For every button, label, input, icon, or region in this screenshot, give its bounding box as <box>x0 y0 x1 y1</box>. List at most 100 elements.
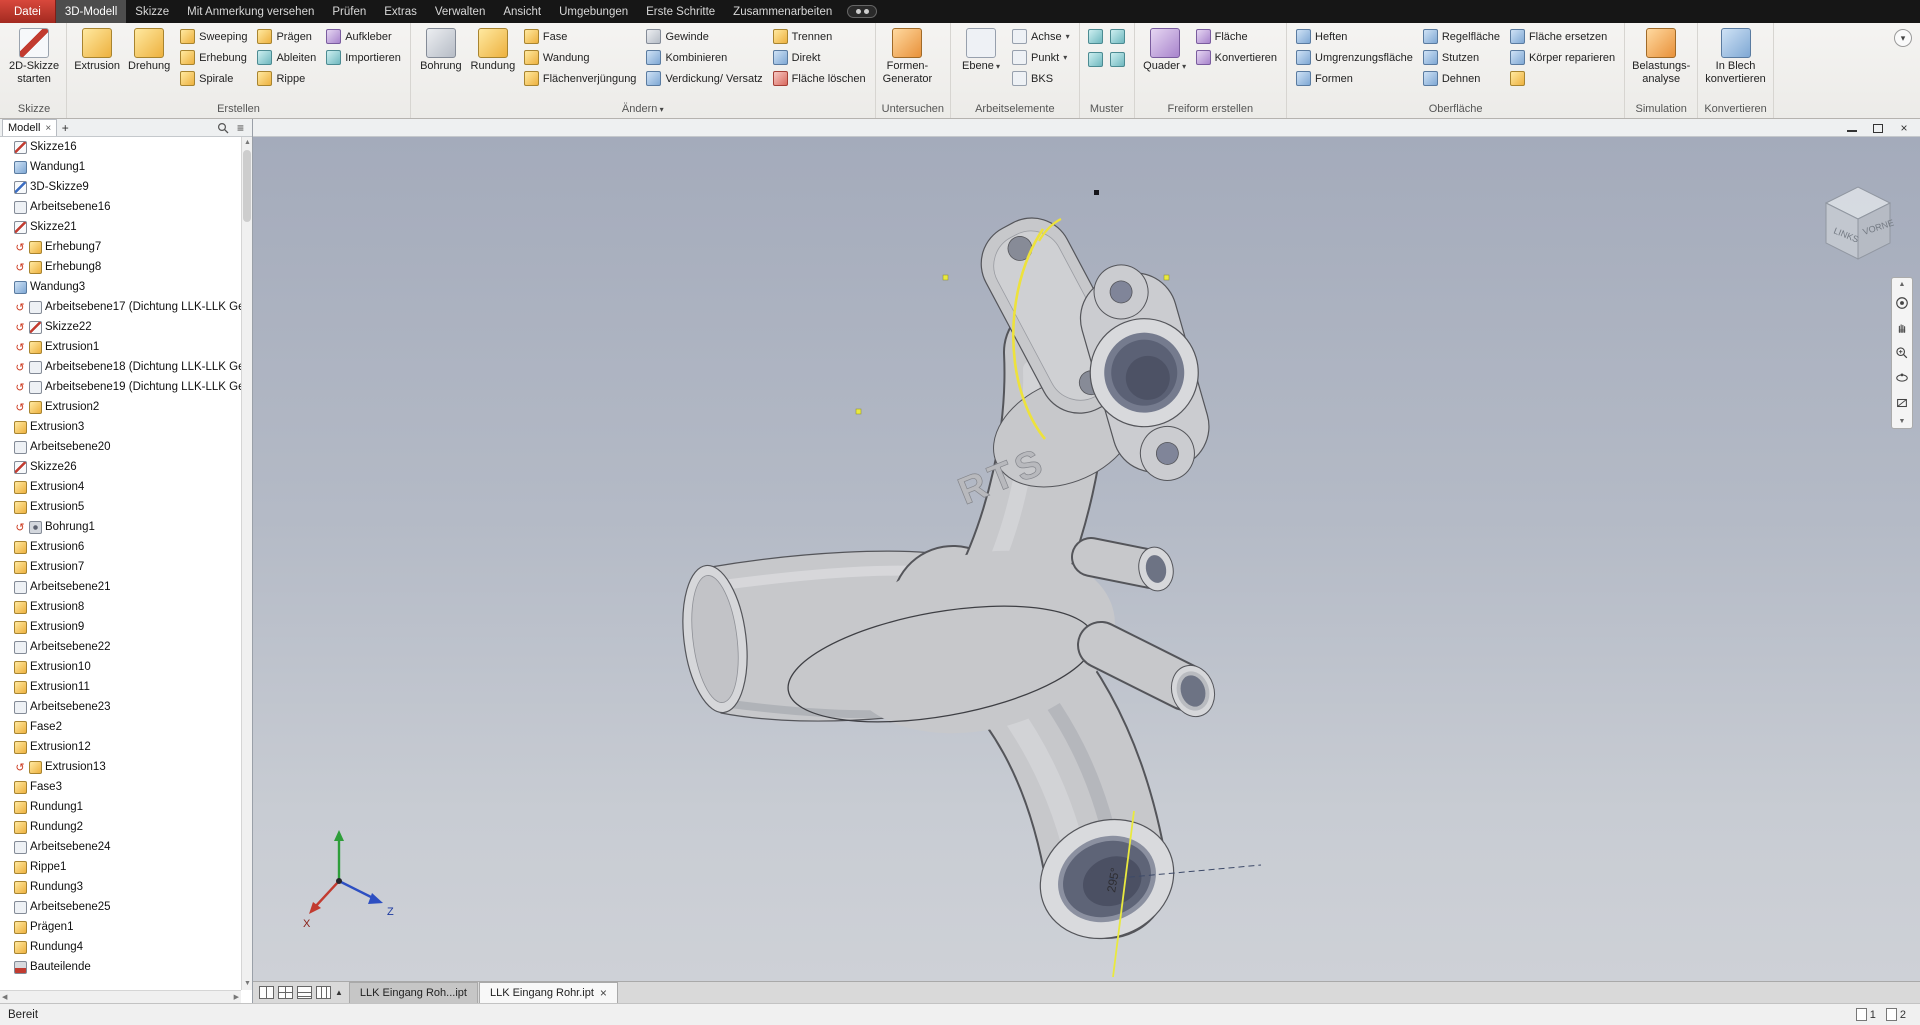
ribbon-options-button[interactable]: ▾ <box>1894 29 1912 47</box>
ribbon-button-mirror[interactable] <box>1108 26 1128 47</box>
browser-item-fase3[interactable]: Fase3 <box>0 777 241 797</box>
ribbon-group-label-oberfl-che[interactable]: Oberfläche <box>1287 101 1624 118</box>
browser-menu-icon[interactable]: ≡ <box>237 121 244 135</box>
search-icon[interactable] <box>217 122 229 134</box>
ribbon-button-pr-gen[interactable]: Prägen <box>254 26 319 47</box>
browser-item-extrusion12[interactable]: Extrusion12 <box>0 737 241 757</box>
ribbon-group-label-muster[interactable]: Muster <box>1080 101 1134 118</box>
ribbon-group-label-arbeitselemente[interactable]: Arbeitselemente <box>951 101 1079 118</box>
browser-horizontal-scrollbar[interactable]: ◀ ▶ <box>0 990 241 1003</box>
browser-item-extrusion10[interactable]: Extrusion10 <box>0 657 241 677</box>
expand-tabs-icon[interactable]: ▲ <box>335 988 343 997</box>
ribbon-button-direkt[interactable]: Direkt <box>770 47 869 68</box>
ribbon-button-fl-che-l-schen[interactable]: Fläche löschen <box>770 68 869 89</box>
ribbon-button-fl-che-ersetzen[interactable]: Fläche ersetzen <box>1507 26 1618 47</box>
ribbon-button-bohrung[interactable]: Bohrung <box>415 26 467 75</box>
scroll-up-icon[interactable]: ▲ <box>242 137 253 149</box>
browser-item-extrusion11[interactable]: Extrusion11 <box>0 677 241 697</box>
ribbon-group-label-simulation[interactable]: Simulation <box>1625 101 1697 118</box>
browser-item-fase2[interactable]: Fase2 <box>0 717 241 737</box>
browser-item-extrusion1[interactable]: ↺Extrusion1 <box>0 337 241 357</box>
grid-view-icon[interactable] <box>278 986 293 999</box>
ribbon-button-rundung[interactable]: Rundung <box>467 26 519 75</box>
scroll-down-icon[interactable]: ▼ <box>242 978 253 990</box>
browser-item-rundung4[interactable]: Rundung4 <box>0 937 241 957</box>
3d-viewport[interactable]: RTS 295° LINKS VORNE ▲ <box>253 137 1920 981</box>
browser-item-rundung2[interactable]: Rundung2 <box>0 817 241 837</box>
menu-tab-ansicht[interactable]: Ansicht <box>494 0 550 23</box>
menu-tab-erste-schritte[interactable]: Erste Schritte <box>637 0 724 23</box>
browser-vertical-scrollbar[interactable]: ▲ ▼ <box>241 137 252 990</box>
split-view-icon[interactable] <box>259 986 274 999</box>
browser-item-extrusion9[interactable]: Extrusion9 <box>0 617 241 637</box>
browser-item-arbeitsebene16[interactable]: Arbeitsebene16 <box>0 197 241 217</box>
document-tab-llk-eingang-roh-ipt[interactable]: LLK Eingang Roh...ipt <box>349 982 478 1003</box>
browser-item-erhebung8[interactable]: ↺Erhebung8 <box>0 257 241 277</box>
ribbon-button-umgrenzungsfl-che[interactable]: Umgrenzungsfläche <box>1293 47 1416 68</box>
menu-tab-umgebungen[interactable]: Umgebungen <box>550 0 637 23</box>
browser-item-arbeitsebene18-dichtung-llk-llk-ge[interactable]: ↺Arbeitsebene18 (Dichtung LLK-LLK Ge <box>0 357 241 377</box>
scroll-left-icon[interactable]: ◀ <box>2 993 7 1001</box>
browser-item-skizze22[interactable]: ↺Skizze22 <box>0 317 241 337</box>
menu-tab-extras[interactable]: Extras <box>375 0 426 23</box>
navbar-scroll-up-icon[interactable]: ▲ <box>1899 280 1906 289</box>
ribbon-button-importieren[interactable]: Importieren <box>323 47 404 68</box>
browser-item-erhebung7[interactable]: ↺Erhebung7 <box>0 237 241 257</box>
ribbon-button-stutzen[interactable]: Stutzen <box>1420 47 1503 68</box>
ribbon-button-fl-che[interactable]: Fläche <box>1193 26 1280 47</box>
browser-item-wandung1[interactable]: Wandung1 <box>0 157 241 177</box>
ribbon-button-extrusion[interactable]: Extrusion <box>71 26 123 75</box>
browser-item-arbeitsebene19-dichtung-llk-llk-ge[interactable]: ↺Arbeitsebene19 (Dichtung LLK-LLK Ge <box>0 377 241 397</box>
ribbon-group-label-skizze[interactable]: Skizze <box>2 101 66 118</box>
browser-item-rundung1[interactable]: Rundung1 <box>0 797 241 817</box>
browser-item-bauteilende[interactable]: Bauteilende <box>0 957 241 977</box>
browser-item-arbeitsebene24[interactable]: Arbeitsebene24 <box>0 837 241 857</box>
look-at-icon[interactable] <box>1893 392 1911 414</box>
browser-item-3d-skizze9[interactable]: 3D-Skizze9 <box>0 177 241 197</box>
document-tab-llk-eingang-rohr-ipt[interactable]: LLK Eingang Rohr.ipt× <box>479 982 618 1003</box>
ribbon-button-sketch-pattern[interactable] <box>1108 49 1128 70</box>
browser-item-arbeitsebene23[interactable]: Arbeitsebene23 <box>0 697 241 717</box>
ribbon-button-fase[interactable]: Fase <box>521 26 640 47</box>
close-button[interactable]: × <box>1898 123 1910 133</box>
close-icon[interactable]: × <box>45 123 51 134</box>
ribbon-button-konvertieren[interactable]: Konvertieren <box>1193 47 1280 68</box>
ribbon-button-formen-generator[interactable]: Formen-Generator <box>880 26 936 87</box>
ribbon-button-rippe[interactable]: Rippe <box>254 68 319 89</box>
browser-item-extrusion8[interactable]: Extrusion8 <box>0 597 241 617</box>
ribbon-button-aufkleber[interactable]: Aufkleber <box>323 26 404 47</box>
browser-item-extrusion2[interactable]: ↺Extrusion2 <box>0 397 241 417</box>
menu-tab-mit-anmerkung-versehen[interactable]: Mit Anmerkung versehen <box>178 0 323 23</box>
browser-item-extrusion3[interactable]: Extrusion3 <box>0 417 241 437</box>
ribbon-button-belastungs-analyse[interactable]: Belastungs-analyse <box>1629 26 1693 87</box>
view-cube[interactable]: LINKS VORNE <box>1808 171 1908 271</box>
rows-view-icon[interactable] <box>297 986 312 999</box>
browser-item-extrusion6[interactable]: Extrusion6 <box>0 537 241 557</box>
menu-tab-3d-modell[interactable]: 3D-Modell <box>56 0 126 23</box>
ribbon-button-spirale[interactable]: Spirale <box>177 68 250 89</box>
navigation-wheel-icon[interactable] <box>1893 292 1911 314</box>
ribbon-group-label-konvertieren[interactable]: Konvertieren <box>1698 101 1773 118</box>
browser-item-pr-gen1[interactable]: Prägen1 <box>0 917 241 937</box>
browser-item-arbeitsebene17-dichtung-llk-llk-ge[interactable]: ↺Arbeitsebene17 (Dichtung LLK-LLK Ge <box>0 297 241 317</box>
menu-tab-verwalten[interactable]: Verwalten <box>426 0 495 23</box>
quick-launch-icon[interactable] <box>847 5 877 18</box>
browser-tab-modell[interactable]: Modell × <box>2 119 57 136</box>
browser-item-extrusion4[interactable]: Extrusion4 <box>0 477 241 497</box>
ribbon-button-trennen[interactable]: Trennen <box>770 26 869 47</box>
navbar-scroll-down-icon[interactable]: ▼ <box>1899 417 1906 426</box>
ribbon-button-rectangular-pattern[interactable] <box>1086 26 1106 47</box>
ribbon-button-sweeping[interactable]: Sweeping <box>177 26 250 47</box>
scrollbar-thumb[interactable] <box>243 150 251 222</box>
ribbon-button-k-rper-reparieren[interactable]: Körper reparieren <box>1507 47 1618 68</box>
ribbon-button-heften[interactable]: Heften <box>1293 26 1416 47</box>
ribbon-button-fit-mesh[interactable] <box>1507 68 1618 89</box>
ribbon-group-label-freiform-erstellen[interactable]: Freiform erstellen <box>1135 101 1286 118</box>
columns-view-icon[interactable] <box>316 986 331 999</box>
menu-tab-pr-fen[interactable]: Prüfen <box>323 0 375 23</box>
ribbon-group-label-ndern[interactable]: Ändern ▾ <box>411 101 875 118</box>
scroll-right-icon[interactable]: ▶ <box>234 993 239 1001</box>
minimize-button[interactable] <box>1846 123 1858 133</box>
menu-tab-skizze[interactable]: Skizze <box>126 0 178 23</box>
browser-item-arbeitsebene21[interactable]: Arbeitsebene21 <box>0 577 241 597</box>
